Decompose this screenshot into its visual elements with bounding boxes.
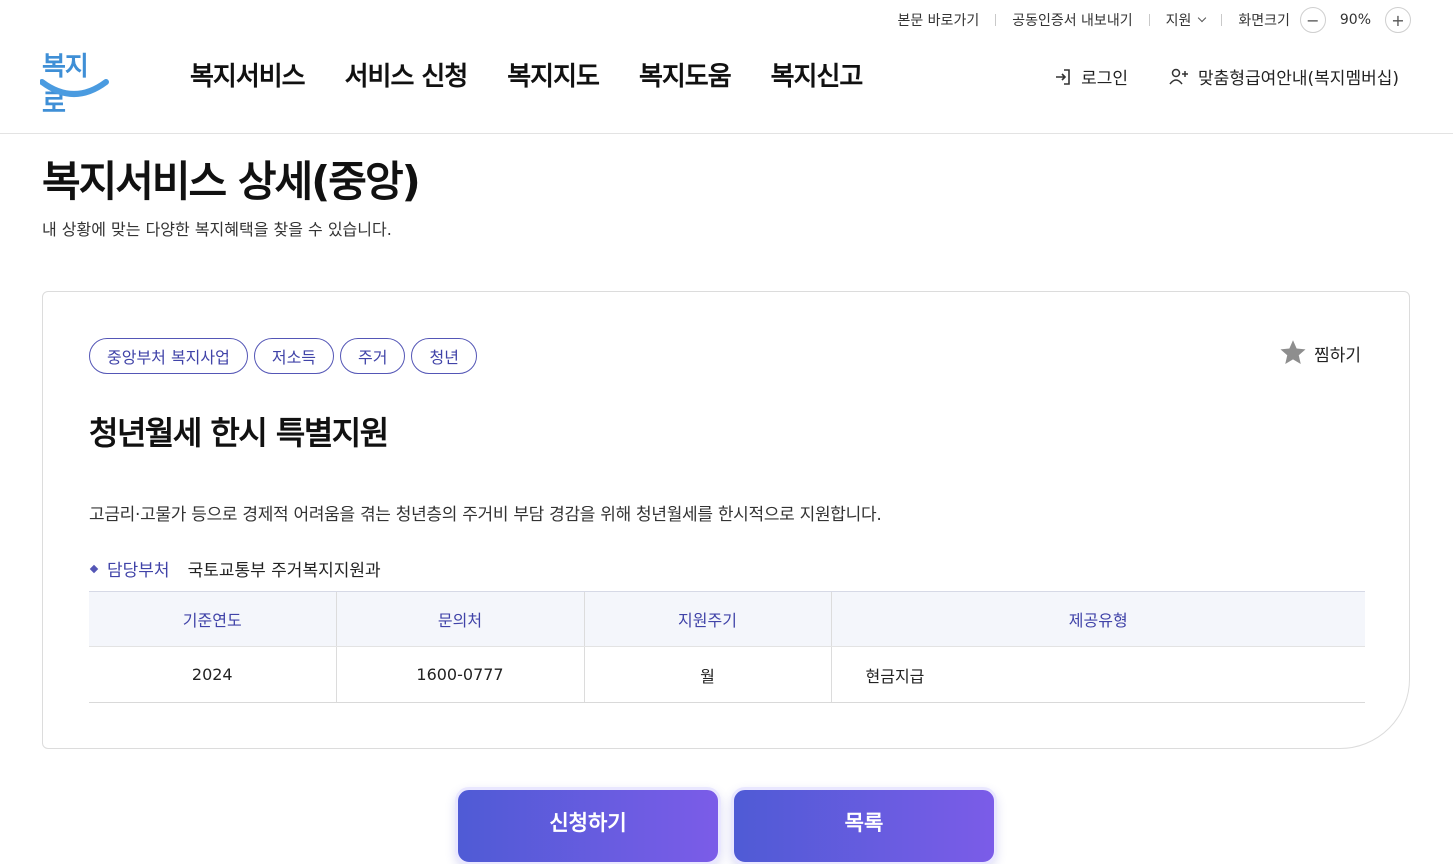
bullet-icon — [89, 564, 99, 573]
column-header-contact: 문의처 — [335, 591, 584, 647]
favorite-button[interactable]: 찜하기 — [1278, 338, 1361, 368]
membership-link[interactable]: 맞춤형급여안내(복지멤버십) — [1168, 64, 1399, 89]
service-detail-card: 중앙부처 복지사업 저소득 주거 청년 찜하기 청년월세 한시 특별지원 고금리… — [42, 291, 1410, 749]
favorite-label: 찜하기 — [1314, 345, 1361, 366]
cell-year: 2024 — [89, 646, 336, 703]
login-icon — [1056, 68, 1070, 85]
logo[interactable]: 복지로 — [40, 42, 110, 119]
table-header-row: 기준연도 문의처 지원주기 제공유형 — [89, 591, 1365, 647]
cell-contact: 1600-0777 — [335, 646, 584, 703]
list-button[interactable]: 목록 — [731, 787, 997, 864]
department-label: 담당부처 — [107, 561, 170, 581]
nav-item-welfare-map[interactable]: 복지지도 — [507, 56, 600, 93]
page-title: 복지서비스 상세(중앙) — [42, 157, 421, 206]
page-subtitle: 내 상황에 맞는 다양한 복지혜택을 찾을 수 있습니다. — [42, 220, 392, 239]
screen-size-label: 화면크기 — [1238, 13, 1290, 29]
nav-item-service-apply[interactable]: 서비스 신청 — [345, 56, 469, 93]
membership-label: 맞춤형급여안내(복지멤버십) — [1198, 69, 1399, 89]
zoom-out-button[interactable]: − — [1299, 7, 1326, 33]
service-description: 고금리·고물가 등으로 경제적 어려움을 겪는 청년층의 주거비 부담 경감을 … — [89, 505, 882, 525]
tag-list: 중앙부처 복지사업 저소득 주거 청년 — [89, 338, 477, 374]
department-value: 국토교통부 주거복지지원과 — [187, 561, 381, 581]
tag-youth: 청년 — [411, 338, 477, 374]
tag-housing: 주거 — [340, 338, 406, 374]
nav-item-welfare-service[interactable]: 복지서비스 — [190, 56, 306, 93]
chevron-down-icon — [1198, 13, 1207, 23]
logo-smile-icon — [40, 79, 109, 97]
action-buttons: 신청하기 목록 — [455, 787, 997, 864]
header-actions: 로그인 맞춤형급여안내(복지멤버십) — [1053, 64, 1399, 89]
login-link[interactable]: 로그인 — [1053, 64, 1128, 89]
skip-to-content-link[interactable]: 본문 바로가기 — [881, 10, 995, 30]
support-dropdown[interactable]: 지원 — [1150, 10, 1222, 30]
column-header-year: 기준연도 — [89, 591, 336, 647]
login-label: 로그인 — [1081, 69, 1129, 89]
cell-type: 현금지급 — [830, 646, 1365, 703]
column-header-type: 제공유형 — [830, 591, 1365, 647]
service-title: 청년월세 한시 특별지원 — [89, 414, 389, 452]
nav-item-welfare-help[interactable]: 복지도움 — [639, 56, 732, 93]
zoom-in-button[interactable]: + — [1385, 7, 1411, 33]
table-row: 2024 1600-0777 월 현금지급 — [89, 646, 1365, 703]
star-icon — [1280, 340, 1306, 364]
cert-export-link[interactable]: 공동인증서 내보내기 — [996, 10, 1148, 30]
main-nav: 복지서비스 서비스 신청 복지지도 복지도움 복지신고 — [190, 56, 864, 93]
department-row: 담당부처 국토교통부 주거복지지원과 — [89, 556, 381, 581]
cell-cycle: 월 — [583, 646, 831, 703]
tag-low-income: 저소득 — [253, 338, 335, 374]
tag-central-ministry: 중앙부처 복지사업 — [89, 338, 248, 374]
column-header-cycle: 지원주기 — [583, 591, 831, 647]
add-user-icon — [1169, 68, 1189, 84]
nav-item-welfare-report[interactable]: 복지신고 — [771, 56, 864, 93]
site-header: 복지로 복지서비스 서비스 신청 복지지도 복지도움 복지신고 로그인 맞춤형급… — [0, 34, 1453, 134]
utility-bar: 본문 바로가기 공동인증서 내보내기 지원 화면크기 − 90% + — [881, 6, 1411, 34]
apply-button[interactable]: 신청하기 — [455, 787, 721, 864]
service-info-table: 기준연도 문의처 지원주기 제공유형 2024 1600-0777 월 현금지급 — [89, 591, 1365, 703]
support-label: 지원 — [1165, 13, 1192, 29]
zoom-value: 90% — [1339, 12, 1371, 28]
